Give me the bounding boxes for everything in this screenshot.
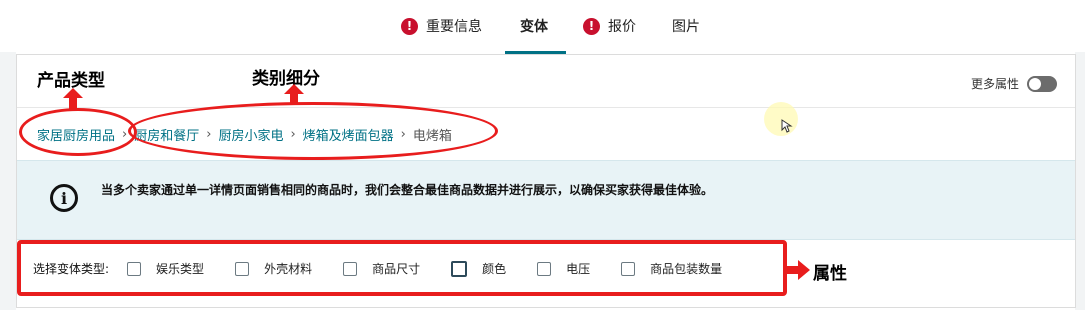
annotation-ellipse-product-type bbox=[19, 108, 137, 156]
info-banner: i 当多个卖家通过单一详情页面销售相同的商品时，我们会整合最佳商品数据并进行展示… bbox=[17, 160, 1075, 240]
annotation-box-attributes bbox=[17, 240, 787, 296]
info-message: 当多个卖家通过单一详情页面销售相同的商品时，我们会整合最佳商品数据并进行展示，以… bbox=[101, 183, 714, 197]
left-gutter bbox=[0, 52, 16, 310]
mouse-cursor-icon bbox=[781, 119, 793, 133]
annotation-ellipse-category bbox=[128, 102, 498, 160]
tab-label: 报价 bbox=[608, 19, 636, 35]
tab-label: 变体 bbox=[520, 19, 548, 35]
annotation-attributes: 属性 bbox=[813, 264, 847, 284]
more-attributes-toggle[interactable] bbox=[1027, 75, 1057, 92]
tab-variations[interactable]: 变体 bbox=[520, 14, 548, 38]
card-header: 更多属性 bbox=[17, 55, 1075, 108]
tab-important-info[interactable]: ! 重要信息 bbox=[401, 14, 482, 38]
more-attributes-label: 更多属性 bbox=[970, 77, 1019, 91]
tab-offer[interactable]: ! 报价 bbox=[583, 14, 636, 38]
more-attributes: 更多属性 bbox=[971, 75, 1057, 92]
warning-icon: ! bbox=[583, 17, 600, 35]
warning-icon: ! bbox=[401, 17, 418, 35]
annotation-arrow-right-icon bbox=[787, 260, 810, 280]
tab-label: 重要信息 bbox=[426, 19, 482, 35]
tab-images[interactable]: 图片 bbox=[672, 14, 700, 38]
tab-bar: ! 重要信息 变体 ! 报价 图片 bbox=[0, 0, 1085, 54]
right-gutter bbox=[1075, 52, 1085, 310]
tab-label: 图片 bbox=[672, 19, 700, 35]
toggle-knob bbox=[1029, 77, 1041, 90]
info-icon: i bbox=[50, 184, 78, 212]
